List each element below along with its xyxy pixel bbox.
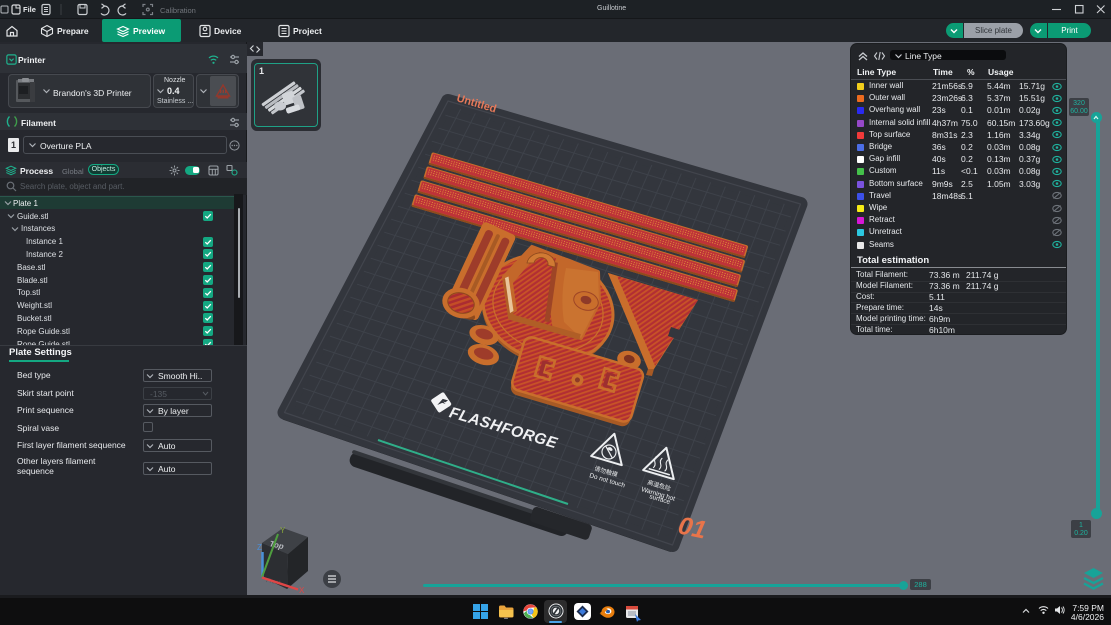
- svg-text:X: X: [299, 586, 305, 595]
- svg-text:01: 01: [676, 511, 709, 544]
- svg-text:Z: Z: [257, 543, 262, 552]
- svg-text:Y: Y: [280, 526, 286, 535]
